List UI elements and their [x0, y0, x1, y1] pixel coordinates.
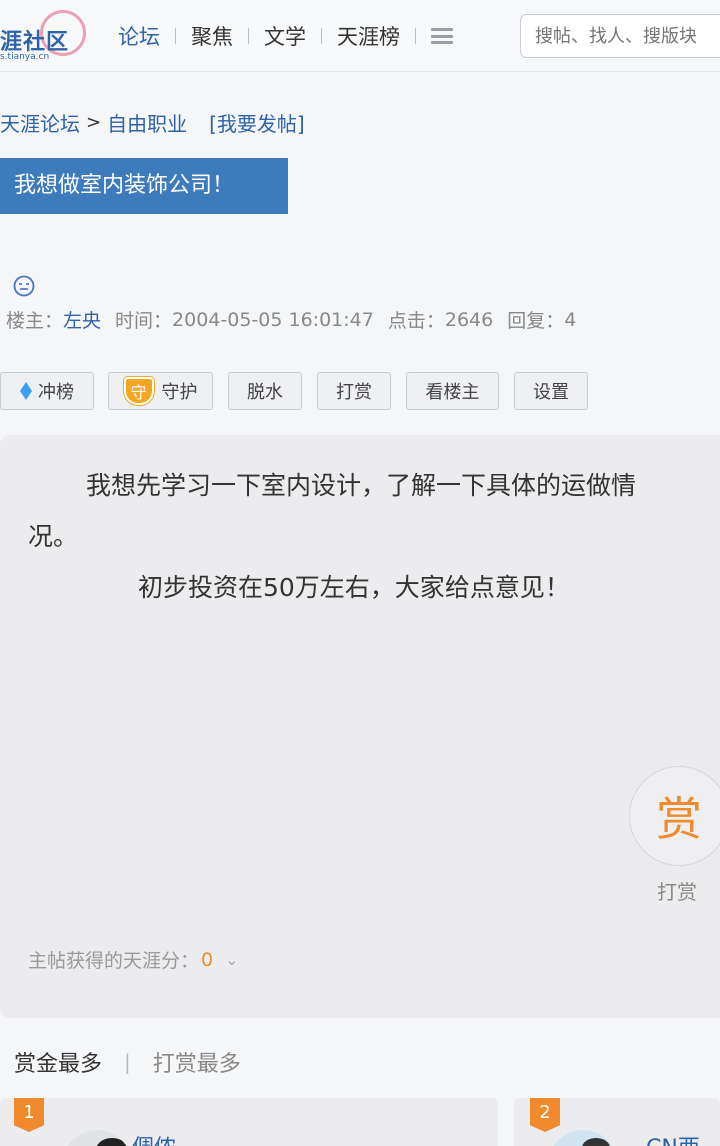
post-title: 我想做室内装饰公司！: [0, 158, 288, 214]
dehydrate-button[interactable]: 脱水: [228, 372, 302, 410]
post-body-line2: 初步投资在50万左右，大家给点意见！: [138, 573, 570, 602]
new-post-link[interactable]: [我要发帖]: [209, 108, 305, 137]
main-nav: 论坛 聚焦 文学 天涯榜: [118, 20, 453, 52]
breadcrumb-forum[interactable]: 天涯论坛: [0, 108, 80, 137]
post-meta: 楼主： 左央 时间： 2004-05-05 16:01:47 点击： 2646 …: [6, 306, 590, 333]
guard-label: 守护: [161, 382, 198, 403]
rank-boost-label: 冲榜: [38, 382, 74, 403]
nav-divider: [248, 28, 249, 44]
score-row: 主帖获得的天涯分： 0 ⌄: [28, 946, 239, 973]
tab-most-tips[interactable]: 打赏最多: [153, 1046, 241, 1078]
settings-button[interactable]: 设置: [514, 372, 588, 410]
view-op-button[interactable]: 看楼主: [406, 372, 499, 410]
tab-most-bounty[interactable]: 赏金最多: [14, 1046, 102, 1078]
tianya-logo[interactable]: 涯社区 s.tianya.cn: [0, 10, 90, 62]
nav-tianya-rank[interactable]: 天涯榜: [337, 21, 400, 51]
score-value: 0: [201, 948, 214, 971]
breadcrumb-board[interactable]: 自由职业: [107, 108, 187, 137]
post-body-line1: 我想先学习一下室内设计，了解一下具体的运做情: [86, 471, 637, 500]
shield-icon: 守: [123, 377, 154, 405]
rank-badge: 1: [14, 1098, 44, 1132]
chevron-down-icon[interactable]: ⌄: [225, 950, 238, 969]
time-label: 时间：: [115, 310, 173, 332]
diamond-icon: [20, 382, 32, 400]
nav-divider: [321, 28, 322, 44]
nav-divider: [415, 28, 416, 44]
nav-forum[interactable]: 论坛: [118, 21, 160, 51]
reply-count: 4: [564, 308, 577, 331]
hamburger-menu-icon[interactable]: [431, 26, 453, 46]
breadcrumb: 天涯论坛 > 自由职业 [我要发帖]: [0, 108, 305, 137]
top-header: 涯社区 s.tianya.cn 论坛 聚焦 文学 天涯榜: [0, 0, 720, 72]
post-time: 2004-05-05 16:01:47: [172, 308, 374, 331]
nav-literature[interactable]: 文学: [264, 21, 306, 51]
tab-divider: |: [124, 1050, 131, 1074]
search-input[interactable]: [521, 15, 711, 57]
rank-user-name[interactable]: CN西南: [646, 1130, 720, 1146]
ranking-tabs: 赏金最多 | 打赏最多: [14, 1046, 241, 1078]
logo-subtext: s.tianya.cn: [0, 52, 50, 62]
guard-button[interactable]: 守 守护: [108, 372, 213, 410]
post-body-line1-cont: 况。: [28, 522, 79, 551]
click-count: 2646: [444, 308, 494, 331]
breadcrumb-separator: >: [86, 112, 102, 133]
post-body-container: [0, 435, 720, 1018]
clicks-label: 点击：: [387, 310, 445, 332]
replies-label: 回复：: [507, 310, 565, 332]
reward-button[interactable]: 赏: [629, 766, 720, 866]
score-label: 主帖获得的天涯分：: [28, 950, 200, 972]
nav-divider: [175, 28, 176, 44]
rank-boost-button[interactable]: 冲榜: [0, 372, 94, 410]
author-label: 楼主：: [6, 310, 64, 332]
author-name[interactable]: 左央: [63, 306, 101, 333]
nav-focus[interactable]: 聚焦: [191, 21, 233, 51]
tip-button[interactable]: 打赏: [317, 372, 391, 410]
rank-user-name[interactable]: 倜侬: [132, 1130, 176, 1146]
rank-badge: 2: [530, 1098, 560, 1132]
search-box[interactable]: [520, 14, 720, 58]
emoticon-icon: [13, 275, 35, 297]
reward-label: 打赏: [657, 880, 697, 904]
